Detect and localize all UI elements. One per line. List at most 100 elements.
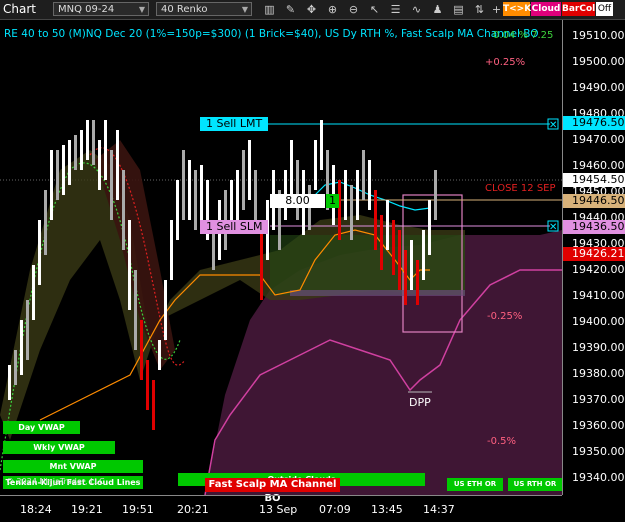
renko-brick [410, 240, 413, 290]
price-tick-label: 19410.00 [572, 289, 625, 302]
purple-band [290, 290, 465, 296]
price-tick-label: 19380.00 [572, 367, 625, 380]
renko-brick [200, 165, 203, 220]
chart-header-text: RE 40 to 50 (M)NQ Dec 20 (1%=150p=$300) … [4, 28, 539, 40]
renko-brick [158, 340, 161, 370]
zoom-in-icon[interactable]: ⊕ [325, 2, 340, 17]
price-tick-label: 19350.00 [572, 445, 625, 458]
renko-brick [92, 120, 95, 165]
price-tick-label: 19390.00 [572, 341, 625, 354]
renko-brick [338, 180, 341, 240]
bar-style-icon[interactable]: ▥ [262, 2, 277, 17]
renko-brick [86, 120, 89, 160]
chart-panel[interactable]: ✕ ✕ RE 40 to 50 (M)NQ Dec 20 (1%=150p=$3… [0, 20, 562, 504]
chart-trader-icon[interactable]: ⇅ [472, 2, 487, 17]
chart-canvas[interactable]: ✕ ✕ [0, 20, 562, 495]
renko-brick [188, 160, 191, 220]
mnt-vwap-button[interactable]: Mnt VWAP [3, 460, 143, 473]
svg-text:✕: ✕ [549, 222, 557, 233]
chevron-down-icon: ▼ [138, 5, 145, 14]
zoom-out-icon[interactable]: ⊖ [346, 2, 361, 17]
qty-input[interactable]: 8.00 [270, 194, 325, 208]
time-label: 13:45 [371, 503, 403, 516]
chart-toolbar: Chart MNQ 09-24 ▼ 40 Renko ▼ ▥ ✎ ✥ ⊕ ⊖ ↖… [0, 0, 625, 20]
renko-brick [248, 140, 251, 200]
renko-brick [62, 145, 65, 195]
sell-lmt-order[interactable]: 1 Sell LMT [200, 117, 269, 131]
us-rth-or-button[interactable]: US RTH OR [508, 478, 562, 491]
time-label: 13 Sep [259, 503, 298, 516]
instrument-value: MNQ 09-24 [58, 4, 115, 15]
time-label: 18:24 [20, 503, 52, 516]
fast-scalp-button[interactable]: Fast Scalp MA Channel BO [205, 478, 340, 504]
renko-brick [134, 270, 137, 350]
renko-brick [260, 230, 263, 300]
wkly-vwap-button[interactable]: Wkly VWAP [3, 441, 115, 454]
data-box-icon[interactable]: ▤ [451, 2, 466, 17]
drawing-tool-icon[interactable]: ✎ [283, 2, 298, 17]
renko-brick [320, 120, 323, 170]
time-label: 20:21 [177, 503, 209, 516]
renko-brick [32, 265, 35, 320]
renko-brick [422, 230, 425, 280]
price-marker-box: 19426.21 [563, 246, 625, 261]
sell-slm-order[interactable]: 1 Sell SLM [200, 220, 269, 234]
price-marker-box: 19436.50 [563, 220, 625, 235]
renko-brick [68, 140, 71, 185]
renko-brick [296, 160, 299, 220]
properties-icon[interactable]: ☰ [388, 2, 403, 17]
price-tick-label: 19400.00 [572, 315, 625, 328]
close-label: CLOSE 12 SEP [485, 183, 556, 194]
tk-toggle-button[interactable]: T<>K [503, 2, 531, 16]
window-title: Chart [3, 2, 36, 16]
time-label: 07:09 [319, 503, 351, 516]
renko-brick [392, 220, 395, 275]
renko-brick [26, 300, 29, 360]
day-vwap-button[interactable]: Day VWAP [3, 421, 80, 434]
copyright-text: © 2024 NinjaTrader, LLC [6, 477, 105, 486]
barcol-toggle-button[interactable]: BarCol [562, 2, 595, 16]
renko-brick [146, 360, 149, 410]
renko-brick [290, 140, 293, 200]
renko-brick [110, 150, 113, 220]
price-axis[interactable]: 19510.00 19500.00 19490.00 19480.00 19470.00… [562, 20, 625, 495]
renko-brick [74, 135, 77, 170]
renko-brick [236, 170, 239, 220]
renko-brick [314, 140, 317, 190]
off-toggle-button[interactable]: Off [596, 2, 613, 16]
cursor-icon[interactable]: ↖ [367, 2, 382, 17]
dpp-label: DPP [409, 396, 431, 409]
renko-brick [152, 380, 155, 430]
renko-brick [14, 350, 17, 385]
renko-brick [104, 120, 107, 180]
indicators-icon[interactable]: ∿ [409, 2, 424, 17]
plus-icon[interactable]: + [489, 2, 504, 17]
price-marker-box: 19446.50 [563, 194, 625, 209]
price-tick-label: 19340.00 [572, 471, 625, 484]
renko-brick [434, 170, 437, 220]
period-value: 40 Renko [161, 4, 208, 15]
renko-brick [368, 160, 371, 210]
price-tick-label: 19470.00 [572, 133, 625, 146]
price-tick-label: 19360.00 [572, 419, 625, 432]
renko-brick [38, 220, 41, 285]
renko-brick [98, 140, 101, 190]
renko-brick [176, 180, 179, 240]
renko-brick [20, 320, 23, 375]
price-tick-label: 19370.00 [572, 393, 625, 406]
cloud-toggle-button[interactable]: Cloud [531, 2, 561, 16]
renko-brick [362, 150, 365, 200]
renko-brick [164, 280, 167, 340]
period-selector[interactable]: 40 Renko ▼ [156, 2, 252, 16]
renko-brick [116, 130, 119, 200]
time-label: 19:21 [71, 503, 103, 516]
instrument-selector[interactable]: MNQ 09-24 ▼ [53, 2, 149, 16]
renko-brick [170, 220, 173, 280]
renko-brick [194, 170, 197, 230]
price-tick-label: 19500.00 [572, 55, 625, 68]
qty-count: 1 [326, 194, 339, 208]
strategies-icon[interactable]: ♟ [430, 2, 445, 17]
pan-icon[interactable]: ✥ [304, 2, 319, 17]
renko-brick [404, 250, 407, 305]
us-eth-or-button[interactable]: US ETH OR [447, 478, 503, 491]
